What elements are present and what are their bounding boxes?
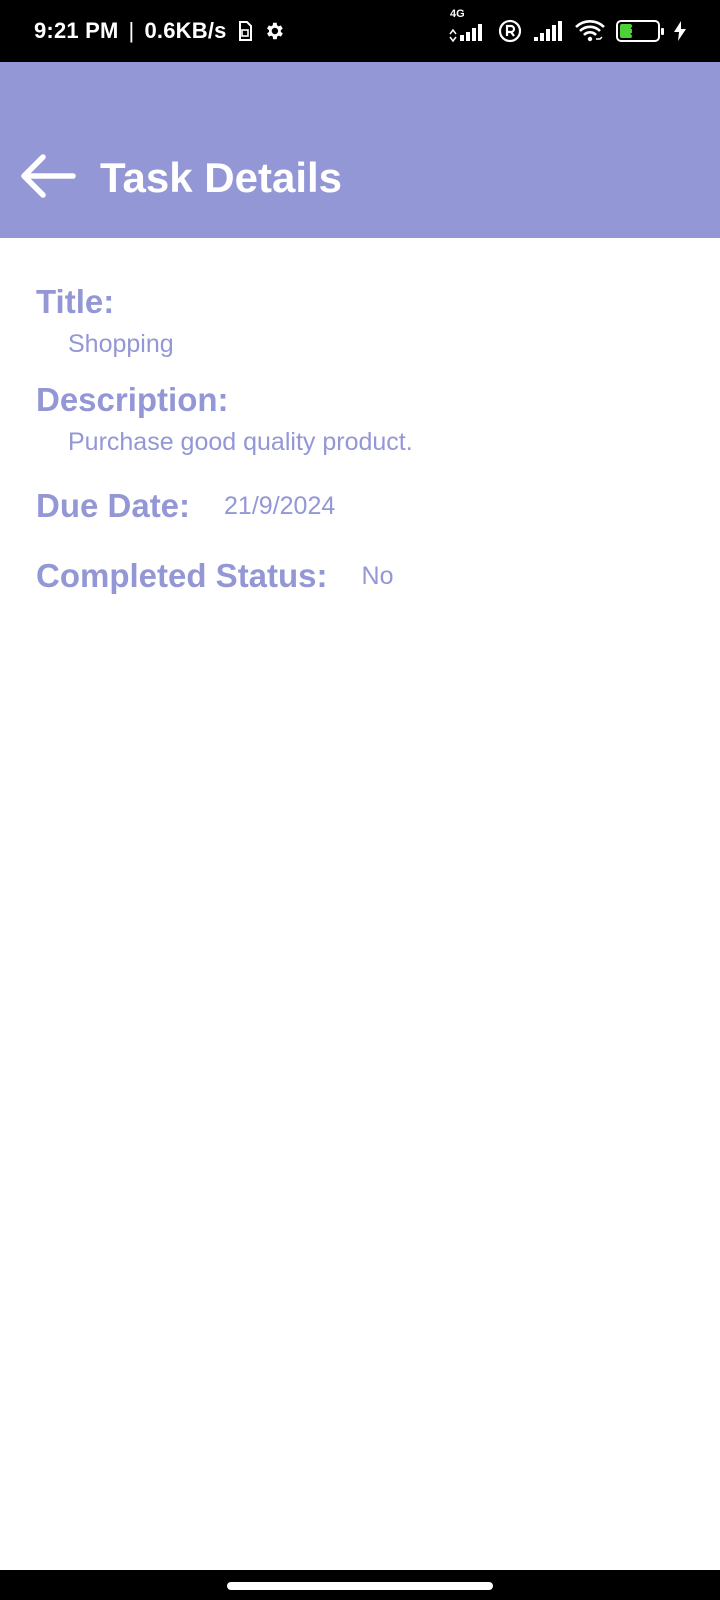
- due-date-row: Due Date: 21/9/2024: [36, 478, 696, 534]
- status-separator: |: [128, 18, 135, 43]
- description-label: Description:: [36, 381, 229, 418]
- title-value: Shopping: [68, 330, 174, 358]
- gear-icon: [263, 20, 285, 42]
- status-left: 9:21 PM | 0.6KB/s: [34, 18, 285, 44]
- title-label: Title:: [36, 283, 115, 320]
- battery-icon: 33: [616, 20, 664, 42]
- navigation-bar: [0, 1570, 720, 1600]
- status-bar: 9:21 PM | 0.6KB/s 4G 33: [0, 0, 720, 62]
- screen: 9:21 PM | 0.6KB/s 4G 33 Task Details Tit…: [0, 0, 720, 1600]
- signal-icon: [532, 20, 564, 42]
- back-button[interactable]: [16, 150, 80, 206]
- charging-bolt-icon: [674, 21, 686, 41]
- completed-status-label: Completed Status:: [36, 557, 328, 594]
- gesture-handle[interactable]: [227, 1582, 493, 1590]
- status-time: 9:21 PM: [34, 18, 119, 43]
- app-bar: Task Details: [0, 62, 720, 238]
- roaming-r-icon: [498, 19, 522, 43]
- sim-card-icon: [237, 20, 253, 42]
- signal-4g-icon: 4G: [448, 8, 488, 42]
- description-value: Purchase good quality product.: [68, 428, 413, 456]
- status-right: 4G 33: [448, 8, 686, 43]
- arrow-left-icon: [19, 153, 77, 204]
- battery-level: 33: [630, 23, 646, 39]
- title-section: Title: Shopping: [36, 282, 696, 360]
- completed-status-value: No: [361, 562, 394, 590]
- description-section: Description: Purchase good quality produ…: [36, 380, 696, 458]
- task-details-content: Title: Shopping Description: Purchase go…: [36, 282, 696, 604]
- page-title: Task Details: [100, 154, 343, 201]
- wifi-icon: [574, 19, 606, 43]
- network-speed: 0.6KB/s: [144, 18, 227, 43]
- due-date-label: Due Date:: [36, 487, 191, 524]
- due-date-value: 21/9/2024: [224, 492, 336, 520]
- network-type-label: 4G: [450, 8, 465, 20]
- completed-status-row: Completed Status: No: [36, 548, 696, 604]
